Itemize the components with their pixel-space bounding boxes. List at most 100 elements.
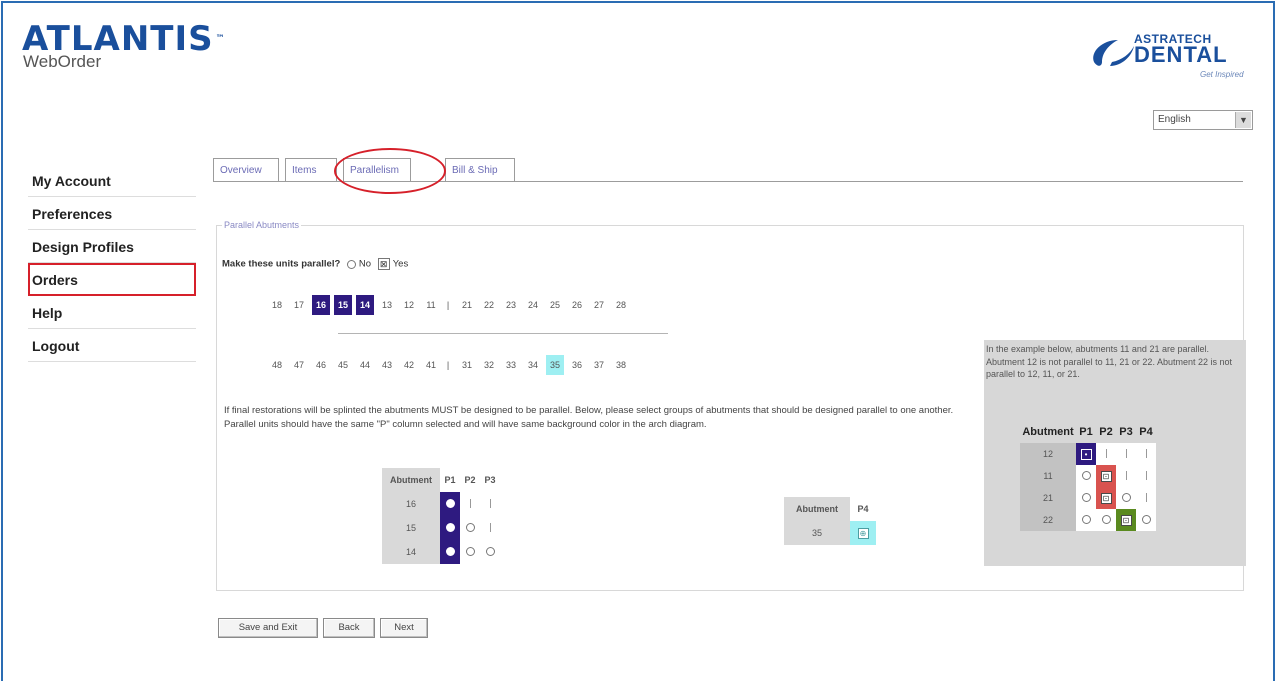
tooth-42[interactable]: 42 (400, 355, 418, 375)
tooth-26[interactable]: 26 (568, 295, 586, 315)
example-header-p3: P3 (1119, 426, 1133, 438)
tooth-44[interactable]: 44 (356, 355, 374, 375)
sidebar-item-my-account[interactable]: My Account (28, 164, 196, 197)
language-select[interactable]: English ▼ (1153, 110, 1253, 130)
tooth-28[interactable]: 28 (612, 295, 630, 315)
swoosh-icon (1093, 40, 1134, 66)
tooth-38[interactable]: 38 (612, 355, 630, 375)
chevron-down-icon[interactable]: ▼ (1235, 112, 1251, 128)
tooth-21[interactable]: 21 (458, 295, 476, 315)
abutment-cell: 21 (1020, 487, 1076, 509)
tooth-48[interactable]: 48 (268, 355, 286, 375)
sidebar-nav: My Account Preferences Design Profiles O… (28, 164, 196, 362)
panel-legend: Parallel Abutments (222, 220, 302, 230)
sidebar-item-label: Orders (32, 272, 78, 288)
sidebar-item-label: My Account (32, 173, 111, 189)
tooth-45[interactable]: 45 (334, 355, 352, 375)
tab-label: Items (292, 165, 317, 176)
next-button[interactable]: Next (380, 618, 428, 638)
atlantis-logo: ATLANTIS ™ WebOrder (22, 22, 225, 70)
abutment-cell: 16 (382, 492, 440, 516)
tooth-17[interactable]: 17 (290, 295, 308, 315)
logo-tm: ™ (215, 34, 225, 44)
tooth-14[interactable]: 14 (356, 295, 374, 315)
arch-separator: | (446, 300, 450, 310)
example-grid: Abutment P1 P2 P3 P4 12 • 11 ⊡ 21 ⊡ 22 ⊡ (1020, 421, 1156, 531)
parallel-question: Make these units parallel? No ⊠ Yes (222, 258, 408, 270)
p3-radio[interactable] (480, 540, 500, 564)
tooth-34[interactable]: 34 (524, 355, 542, 375)
abutment-cell: 14 (382, 540, 440, 564)
table-row: 15 (382, 516, 500, 540)
option-no-label: No (358, 258, 372, 270)
sidebar-item-label: Help (32, 305, 63, 321)
p1-cell (1076, 487, 1096, 509)
tooth-43[interactable]: 43 (378, 355, 396, 375)
tab-label: Overview (220, 165, 262, 176)
tooth-41[interactable]: 41 (422, 355, 440, 375)
table-row: 22 ⊡ (1020, 509, 1156, 531)
back-button[interactable]: Back (323, 618, 375, 638)
tab-overview[interactable]: Overview (213, 158, 279, 182)
tooth-12[interactable]: 12 (400, 295, 418, 315)
p4-cell (1136, 465, 1156, 487)
grid-header-p4: P4 (857, 504, 869, 514)
tooth-23[interactable]: 23 (502, 295, 520, 315)
sidebar-item-preferences[interactable]: Preferences (28, 197, 196, 230)
p1-radio[interactable] (440, 492, 460, 516)
p2-radio[interactable] (460, 540, 480, 564)
sidebar-item-label: Logout (32, 338, 80, 354)
tooth-36[interactable]: 36 (568, 355, 586, 375)
p3-cell (480, 516, 500, 540)
grid-header-p3: P3 (484, 475, 496, 485)
p3-cell (1116, 443, 1136, 465)
tooth-22[interactable]: 22 (480, 295, 498, 315)
grid-header-abutment: Abutment (784, 497, 850, 521)
tooth-18[interactable]: 18 (268, 295, 286, 315)
tooth-13[interactable]: 13 (378, 295, 396, 315)
tooth-47[interactable]: 47 (290, 355, 308, 375)
tab-bill-ship[interactable]: Bill & Ship (445, 158, 515, 182)
save-exit-button[interactable]: Save and Exit (218, 618, 318, 638)
sidebar-item-orders[interactable]: Orders (28, 263, 196, 296)
tab-items[interactable]: Items (285, 158, 337, 182)
tooth-33[interactable]: 33 (502, 355, 520, 375)
tooth-16[interactable]: 16 (312, 295, 330, 315)
astratech-logo: ASTRATECH DENTAL Get Inspired (1088, 28, 1248, 88)
p2-radio[interactable] (460, 516, 480, 540)
example-text: In the example below, abutments 11 and 2… (986, 344, 1232, 379)
parallel-grid-p1: Abutment P1 P2 P3 16 15 14 (382, 468, 500, 564)
p1-cell (1076, 465, 1096, 487)
p1-cell (1076, 509, 1096, 531)
sidebar-item-design-profiles[interactable]: Design Profiles (28, 230, 196, 263)
abutment-cell: 12 (1020, 443, 1076, 465)
p1-cell: • (1076, 443, 1096, 465)
tooth-31[interactable]: 31 (458, 355, 476, 375)
p4-cell (1136, 509, 1156, 531)
grid-header-abutment: Abutment (382, 468, 440, 492)
tooth-24[interactable]: 24 (524, 295, 542, 315)
arch-divider (338, 333, 668, 334)
tooth-11[interactable]: 11 (422, 295, 440, 315)
tooth-46[interactable]: 46 (312, 355, 330, 375)
tooth-35[interactable]: 35 (546, 355, 564, 375)
example-header-p1: P1 (1079, 426, 1093, 438)
p4-checkbox[interactable]: ⊕ (850, 521, 876, 545)
tooth-32[interactable]: 32 (480, 355, 498, 375)
upper-arch: 18 17 16 15 14 13 12 11 | 21 22 23 24 25 26 27 28 (268, 295, 708, 315)
grid-header-p1: P1 (444, 475, 456, 485)
tab-label: Bill & Ship (452, 165, 498, 176)
tooth-25[interactable]: 25 (546, 295, 564, 315)
radio-no[interactable] (346, 259, 356, 269)
grid-header-p2: P2 (464, 475, 476, 485)
sidebar-item-logout[interactable]: Logout (28, 329, 196, 362)
checkbox-yes[interactable]: ⊠ (377, 258, 390, 270)
tooth-37[interactable]: 37 (590, 355, 608, 375)
tooth-27[interactable]: 27 (590, 295, 608, 315)
sidebar-item-help[interactable]: Help (28, 296, 196, 329)
example-header-abutment: Abutment (1022, 426, 1074, 438)
p1-radio[interactable] (440, 516, 460, 540)
lower-arch: 48 47 46 45 44 43 42 41 | 31 32 33 34 35 36 37 38 (268, 355, 708, 375)
tooth-15[interactable]: 15 (334, 295, 352, 315)
p1-radio[interactable] (440, 540, 460, 564)
